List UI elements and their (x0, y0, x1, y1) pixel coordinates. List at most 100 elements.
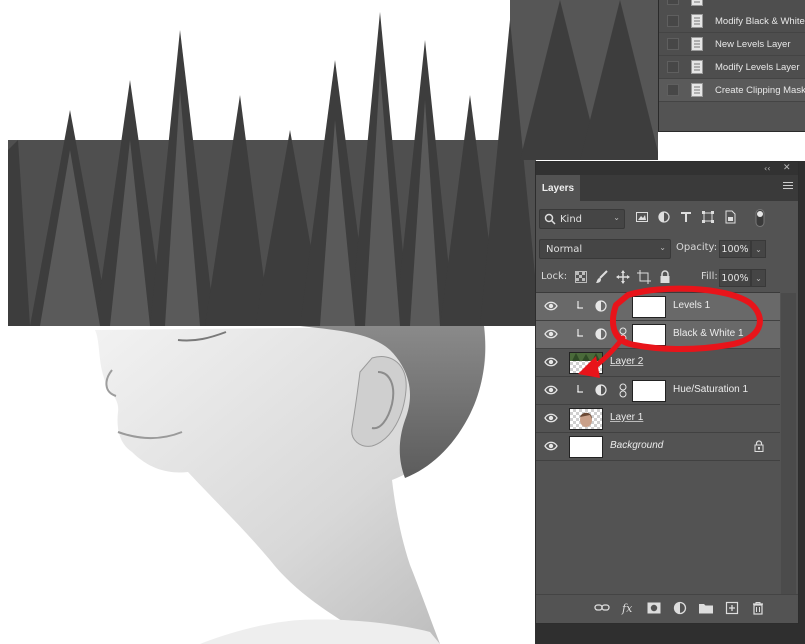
visibility-eye-icon[interactable] (544, 328, 558, 340)
new-group-folder-icon[interactable] (698, 601, 714, 615)
add-layer-mask-icon[interactable] (646, 601, 662, 615)
filter-kind-label: Kind (560, 213, 583, 225)
lock-icons (574, 270, 672, 284)
layer-mask-thumbnail[interactable] (632, 296, 666, 318)
history-item-current[interactable]: Create Clipping Mask (659, 79, 805, 102)
history-checkbox[interactable] (667, 15, 679, 27)
panel-title-bar[interactable]: ‹‹ ✕ (536, 162, 798, 175)
layer-row-layer-1[interactable]: Layer 1 (536, 405, 780, 433)
lock-label: Lock: (541, 271, 568, 282)
adjustment-layer-icon (595, 384, 607, 396)
layer-row-black-white-1[interactable]: Black & White 1 (536, 321, 780, 349)
chevron-down-icon: ⌄ (659, 243, 666, 252)
visibility-eye-icon[interactable] (544, 440, 558, 452)
opacity-dropdown-button[interactable]: ⌄ (751, 240, 766, 258)
tab-layers[interactable]: Layers (536, 175, 580, 201)
clipping-mask-arrow-icon (577, 385, 583, 393)
layer-thumbnail-portrait[interactable] (569, 408, 603, 430)
panel-menu-icon[interactable] (783, 182, 793, 190)
chevron-down-icon: ⌄ (613, 213, 620, 222)
layers-bottom-toolbar: fx (536, 594, 798, 623)
layer-thumbnail-white[interactable] (569, 436, 603, 458)
svg-text:fx: fx (621, 602, 633, 615)
new-layer-icon[interactable] (724, 601, 740, 615)
bottom-icons: fx (594, 601, 766, 615)
layer-row-layer-2[interactable]: Layer 2 (536, 349, 780, 377)
history-item[interactable]: New Levels Layer (659, 33, 805, 56)
layer-mask-thumbnail[interactable] (632, 324, 666, 346)
lock-row: Lock: Fill: 100% ⌄ (539, 268, 793, 288)
lock-all-icon[interactable] (658, 270, 672, 284)
collapse-panel-icon[interactable]: ‹‹ (764, 164, 770, 173)
history-document-icon (691, 83, 703, 97)
adjustment-filter-icon[interactable] (657, 210, 671, 224)
layer-row-levels-1[interactable]: Levels 1 (536, 293, 780, 321)
layer-row-background[interactable]: Background (536, 433, 780, 461)
history-document-icon (691, 14, 703, 28)
history-checkbox[interactable] (667, 38, 679, 50)
layer-row-hue-saturation-1[interactable]: Hue/Saturation 1 (536, 377, 780, 405)
layer-name[interactable]: Hue/Saturation 1 (673, 384, 748, 395)
filter-icons (635, 210, 737, 224)
pixel-filter-icon[interactable] (635, 210, 649, 224)
blend-mode-value: Normal (546, 243, 583, 255)
layer-thumbnail-forest[interactable] (569, 352, 603, 374)
layer-name[interactable]: Levels 1 (673, 300, 710, 311)
lock-image-pixels-icon[interactable] (595, 270, 609, 284)
history-document-icon (691, 0, 703, 6)
fill-label: Fill: (701, 271, 718, 282)
visibility-eye-icon[interactable] (544, 384, 558, 396)
lock-icon (754, 440, 764, 452)
history-document-icon (691, 60, 703, 74)
history-checkbox[interactable] (667, 84, 679, 96)
filter-toggle-icon[interactable] (755, 209, 765, 227)
lock-position-icon[interactable] (616, 270, 630, 284)
link-layers-icon[interactable] (594, 601, 610, 615)
layer-mask-thumbnail[interactable] (632, 380, 666, 402)
fill-dropdown-button[interactable]: ⌄ (751, 269, 766, 287)
opacity-input[interactable]: 100% (719, 240, 751, 258)
mask-link-chain-icon[interactable] (619, 327, 627, 342)
lock-artboard-icon[interactable] (637, 270, 651, 284)
blend-mode-select[interactable]: Normal ⌄ (539, 239, 671, 259)
mask-link-chain-icon[interactable] (619, 383, 627, 398)
fill-input[interactable]: 100% (719, 269, 751, 287)
visibility-eye-icon[interactable] (544, 300, 558, 312)
portrait-thumbnail-icon (580, 412, 592, 427)
history-document-icon (691, 37, 703, 51)
adjustment-layer-icon (595, 328, 607, 340)
forest-thumbnail-icon (570, 353, 602, 361)
delete-layer-trash-icon[interactable] (750, 601, 766, 615)
panel-tab-bar: Layers (536, 175, 798, 201)
layer-filter-row: Kind ⌄ (539, 209, 793, 229)
close-panel-icon[interactable]: ✕ (783, 163, 791, 173)
adjustment-layer-icon (595, 300, 607, 312)
blend-row: Normal ⌄ Opacity: 100% ⌄ (539, 239, 793, 259)
history-item[interactable]: Modify Levels Layer (659, 56, 805, 79)
shape-filter-icon[interactable] (701, 210, 715, 224)
smart-object-filter-icon[interactable] (723, 210, 737, 224)
history-item-label: Modify Black & White Layer (715, 15, 805, 27)
layer-name[interactable]: Layer 2 (610, 356, 643, 367)
history-checkbox[interactable] (667, 61, 679, 73)
layer-name[interactable]: Background (610, 440, 663, 451)
layers-list: Levels 1 Black & White 1 Layer 2 Hue/Sat… (536, 292, 780, 623)
filter-kind-select[interactable]: Kind ⌄ (539, 209, 625, 229)
new-adjustment-layer-icon[interactable] (672, 601, 688, 615)
visibility-eye-icon[interactable] (544, 412, 558, 424)
lock-transparency-icon[interactable] (574, 270, 588, 284)
search-icon (544, 213, 556, 225)
layers-scrollbar[interactable] (781, 293, 796, 603)
opacity-label: Opacity: (676, 242, 718, 253)
layer-name[interactable]: Layer 1 (610, 412, 643, 423)
history-item-label: New Levels Layer (715, 38, 791, 50)
layer-style-fx-icon[interactable]: fx (620, 601, 636, 615)
history-checkbox[interactable] (667, 0, 679, 5)
layers-panel: ‹‹ ✕ Layers Kind ⌄ Normal ⌄ Opacity: 100… (535, 161, 799, 624)
visibility-eye-icon[interactable] (544, 356, 558, 368)
history-item-label: Create Clipping Mask (715, 84, 805, 96)
type-filter-icon[interactable] (679, 210, 693, 224)
history-item[interactable]: Modify Black & White Layer (659, 10, 805, 33)
layer-name[interactable]: Black & White 1 (673, 328, 744, 339)
history-item-label: Modify Levels Layer (715, 61, 800, 73)
